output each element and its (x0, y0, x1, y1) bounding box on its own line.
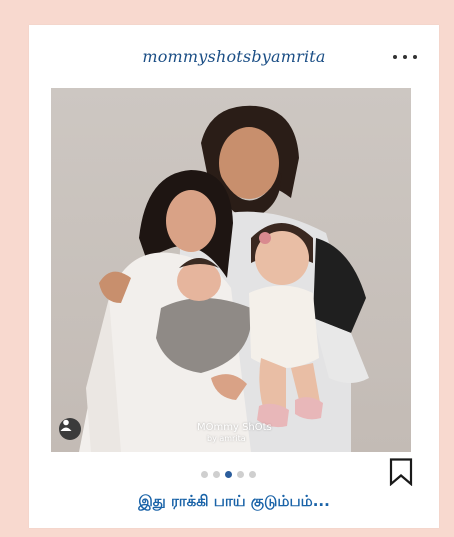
post-card: mommyshotsbyamrita MOmmy ShOts by amrita… (29, 25, 439, 528)
carousel-indicator (201, 471, 256, 478)
post-photo[interactable]: MOmmy ShOts by amrita (51, 88, 411, 452)
photo-watermark: MOmmy ShOts by amrita (197, 422, 272, 444)
more-options-icon[interactable] (393, 50, 417, 64)
carousel-dot[interactable] (237, 471, 244, 478)
carousel-dot[interactable] (249, 471, 256, 478)
carousel-dot-active[interactable] (225, 471, 232, 478)
carousel-dot[interactable] (213, 471, 220, 478)
carousel-dot[interactable] (201, 471, 208, 478)
bookmark-icon[interactable] (389, 458, 413, 487)
family-photo-illustration (79, 105, 369, 452)
watermark-subtitle: by amrita (207, 434, 246, 443)
post-caption: இது ராக்கி பாய் குடும்பம்... (138, 492, 330, 510)
user-tag-icon[interactable] (59, 418, 81, 440)
post-username[interactable]: mommyshotsbyamrita (49, 47, 419, 66)
watermark-title: MOmmy ShOts (197, 422, 272, 433)
